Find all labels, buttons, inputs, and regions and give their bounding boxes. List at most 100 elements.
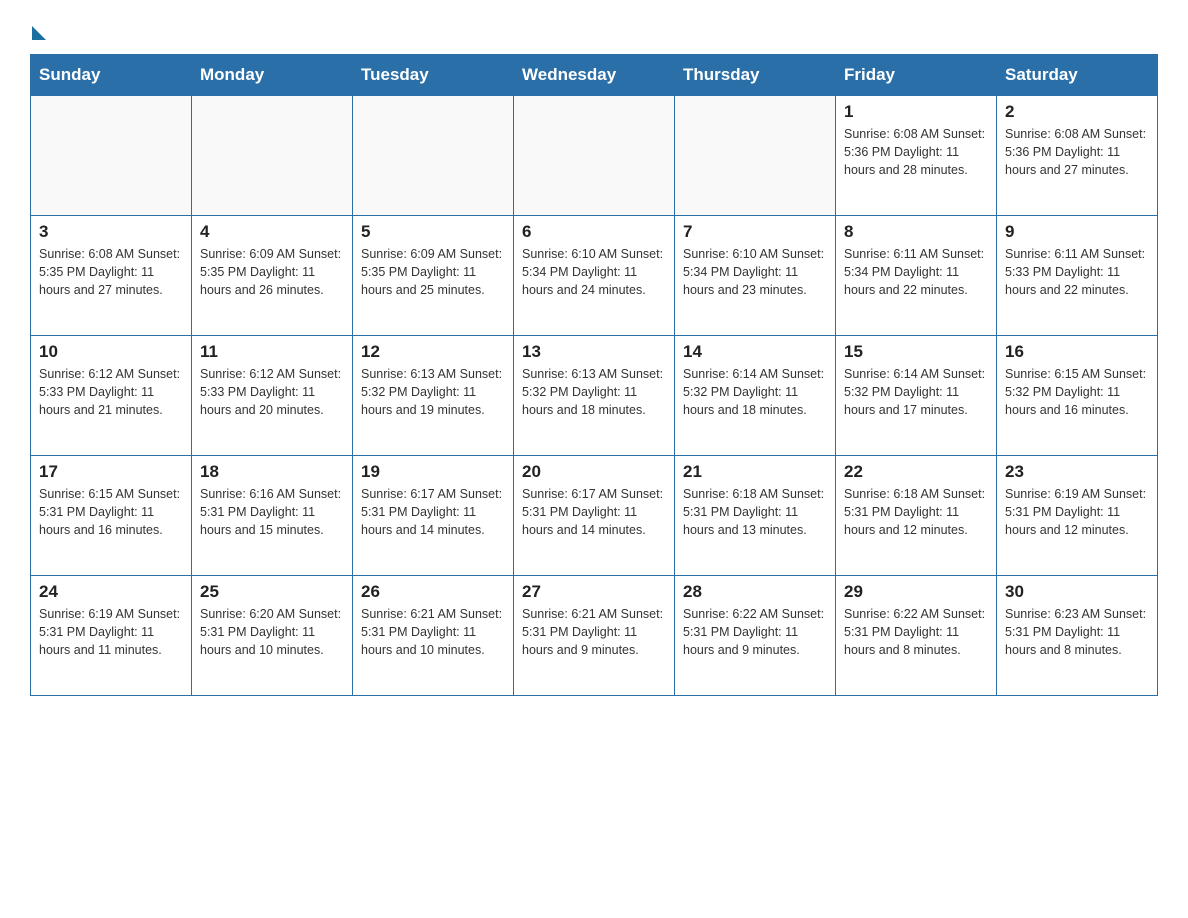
calendar-table: SundayMondayTuesdayWednesdayThursdayFrid…	[30, 54, 1158, 696]
day-info: Sunrise: 6:11 AM Sunset: 5:33 PM Dayligh…	[1005, 245, 1149, 299]
calendar-cell: 28 Sunrise: 6:22 AM Sunset: 5:31 PM Dayli…	[675, 576, 836, 696]
day-number: 11	[200, 342, 344, 362]
calendar-cell: 8Sunrise: 6:11 AM Sunset: 5:34 PM Daylig…	[836, 216, 997, 336]
day-info: Sunrise: 6:17 AM Sunset: 5:31 PM Dayligh…	[361, 485, 505, 539]
calendar-cell: 3 Sunrise: 6:08 AM Sunset: 5:35 PM Daylig…	[31, 216, 192, 336]
calendar-cell: 9 Sunrise: 6:11 AM Sunset: 5:33 PM Daylig…	[997, 216, 1158, 336]
calendar-cell: 14 Sunrise: 6:14 AM Sunset: 5:32 PM Dayli…	[675, 336, 836, 456]
calendar-header-row: SundayMondayTuesdayWednesdayThursdayFrid…	[31, 55, 1158, 96]
calendar-cell	[192, 96, 353, 216]
calendar-cell: 7 Sunrise: 6:10 AM Sunset: 5:34 PM Daylig…	[675, 216, 836, 336]
calendar-week-row: 3 Sunrise: 6:08 AM Sunset: 5:35 PM Daylig…	[31, 216, 1158, 336]
day-info: Sunrise: 6:16 AM Sunset: 5:31 PM Dayligh…	[200, 485, 344, 539]
day-number: 21	[683, 462, 827, 482]
day-info: Sunrise: 6:08 AM Sunset: 5:36 PM Dayligh…	[844, 125, 988, 179]
day-number: 29	[844, 582, 988, 602]
day-info: Sunrise: 6:08 AM Sunset: 5:35 PM Dayligh…	[39, 245, 183, 299]
day-info: Sunrise: 6:21 AM Sunset: 5:31 PM Dayligh…	[361, 605, 505, 659]
day-number: 6	[522, 222, 666, 242]
calendar-cell: 13 Sunrise: 6:13 AM Sunset: 5:32 PM Dayli…	[514, 336, 675, 456]
day-info: Sunrise: 6:15 AM Sunset: 5:31 PM Dayligh…	[39, 485, 183, 539]
day-of-week-header: Tuesday	[353, 55, 514, 96]
calendar-cell: 26 Sunrise: 6:21 AM Sunset: 5:31 PM Dayli…	[353, 576, 514, 696]
day-number: 16	[1005, 342, 1149, 362]
calendar-week-row: 24 Sunrise: 6:19 AM Sunset: 5:31 PM Dayli…	[31, 576, 1158, 696]
day-number: 17	[39, 462, 183, 482]
calendar-cell: 29 Sunrise: 6:22 AM Sunset: 5:31 PM Dayli…	[836, 576, 997, 696]
day-number: 23	[1005, 462, 1149, 482]
logo-arrow-icon	[32, 26, 46, 40]
calendar-cell: 2Sunrise: 6:08 AM Sunset: 5:36 PM Daylig…	[997, 96, 1158, 216]
day-number: 3	[39, 222, 183, 242]
day-number: 5	[361, 222, 505, 242]
day-info: Sunrise: 6:23 AM Sunset: 5:31 PM Dayligh…	[1005, 605, 1149, 659]
calendar-cell	[675, 96, 836, 216]
calendar-cell: 24 Sunrise: 6:19 AM Sunset: 5:31 PM Dayli…	[31, 576, 192, 696]
calendar-week-row: 17 Sunrise: 6:15 AM Sunset: 5:31 PM Dayli…	[31, 456, 1158, 576]
day-of-week-header: Thursday	[675, 55, 836, 96]
day-of-week-header: Sunday	[31, 55, 192, 96]
calendar-cell: 23 Sunrise: 6:19 AM Sunset: 5:31 PM Dayli…	[997, 456, 1158, 576]
calendar-cell: 6Sunrise: 6:10 AM Sunset: 5:34 PM Daylig…	[514, 216, 675, 336]
calendar-week-row: 1 Sunrise: 6:08 AM Sunset: 5:36 PM Daylig…	[31, 96, 1158, 216]
day-info: Sunrise: 6:09 AM Sunset: 5:35 PM Dayligh…	[361, 245, 505, 299]
day-number: 27	[522, 582, 666, 602]
calendar-cell: 18 Sunrise: 6:16 AM Sunset: 5:31 PM Dayli…	[192, 456, 353, 576]
day-info: Sunrise: 6:20 AM Sunset: 5:31 PM Dayligh…	[200, 605, 344, 659]
day-info: Sunrise: 6:15 AM Sunset: 5:32 PM Dayligh…	[1005, 365, 1149, 419]
calendar-cell: 4 Sunrise: 6:09 AM Sunset: 5:35 PM Daylig…	[192, 216, 353, 336]
day-number: 12	[361, 342, 505, 362]
day-number: 20	[522, 462, 666, 482]
day-info: Sunrise: 6:22 AM Sunset: 5:31 PM Dayligh…	[844, 605, 988, 659]
calendar-cell: 20 Sunrise: 6:17 AM Sunset: 5:31 PM Dayli…	[514, 456, 675, 576]
calendar-week-row: 10 Sunrise: 6:12 AM Sunset: 5:33 PM Dayli…	[31, 336, 1158, 456]
day-info: Sunrise: 6:19 AM Sunset: 5:31 PM Dayligh…	[1005, 485, 1149, 539]
day-number: 25	[200, 582, 344, 602]
day-number: 28	[683, 582, 827, 602]
calendar-cell: 5 Sunrise: 6:09 AM Sunset: 5:35 PM Daylig…	[353, 216, 514, 336]
page-header	[30, 20, 1158, 36]
day-number: 9	[1005, 222, 1149, 242]
calendar-cell: 19Sunrise: 6:17 AM Sunset: 5:31 PM Dayli…	[353, 456, 514, 576]
calendar-cell: 17 Sunrise: 6:15 AM Sunset: 5:31 PM Dayli…	[31, 456, 192, 576]
day-number: 14	[683, 342, 827, 362]
calendar-cell: 30 Sunrise: 6:23 AM Sunset: 5:31 PM Dayli…	[997, 576, 1158, 696]
calendar-cell	[31, 96, 192, 216]
day-number: 13	[522, 342, 666, 362]
day-number: 26	[361, 582, 505, 602]
day-number: 1	[844, 102, 988, 122]
day-info: Sunrise: 6:19 AM Sunset: 5:31 PM Dayligh…	[39, 605, 183, 659]
calendar-cell	[353, 96, 514, 216]
day-number: 7	[683, 222, 827, 242]
day-info: Sunrise: 6:17 AM Sunset: 5:31 PM Dayligh…	[522, 485, 666, 539]
day-info: Sunrise: 6:11 AM Sunset: 5:34 PM Dayligh…	[844, 245, 988, 299]
calendar-cell: 15Sunrise: 6:14 AM Sunset: 5:32 PM Dayli…	[836, 336, 997, 456]
day-info: Sunrise: 6:14 AM Sunset: 5:32 PM Dayligh…	[683, 365, 827, 419]
day-of-week-header: Monday	[192, 55, 353, 96]
day-number: 4	[200, 222, 344, 242]
day-info: Sunrise: 6:12 AM Sunset: 5:33 PM Dayligh…	[200, 365, 344, 419]
day-number: 22	[844, 462, 988, 482]
day-of-week-header: Friday	[836, 55, 997, 96]
calendar-cell: 1 Sunrise: 6:08 AM Sunset: 5:36 PM Daylig…	[836, 96, 997, 216]
day-info: Sunrise: 6:09 AM Sunset: 5:35 PM Dayligh…	[200, 245, 344, 299]
day-info: Sunrise: 6:14 AM Sunset: 5:32 PM Dayligh…	[844, 365, 988, 419]
day-info: Sunrise: 6:21 AM Sunset: 5:31 PM Dayligh…	[522, 605, 666, 659]
day-info: Sunrise: 6:08 AM Sunset: 5:36 PM Dayligh…	[1005, 125, 1149, 179]
day-info: Sunrise: 6:22 AM Sunset: 5:31 PM Dayligh…	[683, 605, 827, 659]
day-info: Sunrise: 6:10 AM Sunset: 5:34 PM Dayligh…	[683, 245, 827, 299]
day-info: Sunrise: 6:18 AM Sunset: 5:31 PM Dayligh…	[683, 485, 827, 539]
day-info: Sunrise: 6:12 AM Sunset: 5:33 PM Dayligh…	[39, 365, 183, 419]
calendar-cell	[514, 96, 675, 216]
day-number: 30	[1005, 582, 1149, 602]
calendar-cell: 22 Sunrise: 6:18 AM Sunset: 5:31 PM Dayli…	[836, 456, 997, 576]
day-of-week-header: Wednesday	[514, 55, 675, 96]
calendar-cell: 16 Sunrise: 6:15 AM Sunset: 5:32 PM Dayli…	[997, 336, 1158, 456]
day-number: 18	[200, 462, 344, 482]
day-info: Sunrise: 6:18 AM Sunset: 5:31 PM Dayligh…	[844, 485, 988, 539]
calendar-cell: 10 Sunrise: 6:12 AM Sunset: 5:33 PM Dayli…	[31, 336, 192, 456]
day-of-week-header: Saturday	[997, 55, 1158, 96]
day-info: Sunrise: 6:13 AM Sunset: 5:32 PM Dayligh…	[522, 365, 666, 419]
day-number: 24	[39, 582, 183, 602]
day-number: 10	[39, 342, 183, 362]
